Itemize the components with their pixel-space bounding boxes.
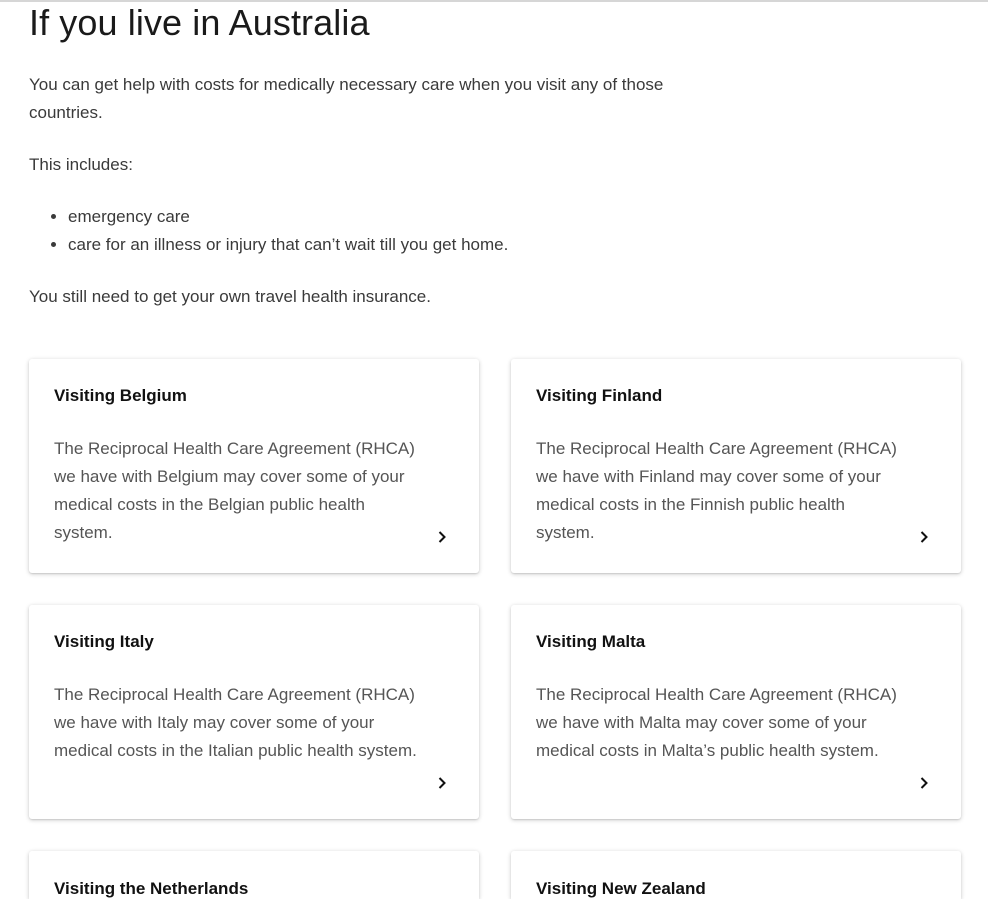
card-visiting-belgium[interactable]: Visiting Belgium The Reciprocal Health C… [29,359,479,573]
includes-label: This includes: [29,155,133,174]
page-heading: If you live in Australia [29,2,370,43]
card-title: Visiting Finland [536,386,663,405]
card-title: Visiting Italy [54,632,154,651]
card-visiting-malta[interactable]: Visiting Malta The Reciprocal Health Car… [511,605,961,819]
chevron-right-icon [920,531,928,543]
card-title: Visiting the Netherlands [54,879,249,898]
insurance-note: You still need to get your own travel he… [29,287,431,306]
card-description: The Reciprocal Health Care Agreement (RH… [54,685,417,760]
card-visiting-netherlands[interactable]: Visiting the Netherlands [29,851,479,899]
card-visiting-new-zealand[interactable]: Visiting New Zealand [511,851,961,899]
includes-list: emergency care care for an illness or in… [29,203,508,259]
card-description: The Reciprocal Health Care Agreement (RH… [54,439,415,542]
list-item: emergency care [68,203,508,231]
card-title: Visiting New Zealand [536,879,706,898]
card-visiting-finland[interactable]: Visiting Finland The Reciprocal Health C… [511,359,961,573]
card-title: Visiting Belgium [54,386,187,405]
card-title: Visiting Malta [536,632,646,651]
card-description: The Reciprocal Health Care Agreement (RH… [536,685,897,760]
chevron-right-icon [438,777,446,789]
card-visiting-italy[interactable]: Visiting Italy The Reciprocal Health Car… [29,605,479,819]
intro-paragraph: You can get help with costs for medicall… [29,75,664,122]
chevron-right-icon [438,531,446,543]
chevron-right-icon [920,777,928,789]
list-item: care for an illness or injury that can’t… [68,231,508,259]
card-description: The Reciprocal Health Care Agreement (RH… [536,439,897,542]
